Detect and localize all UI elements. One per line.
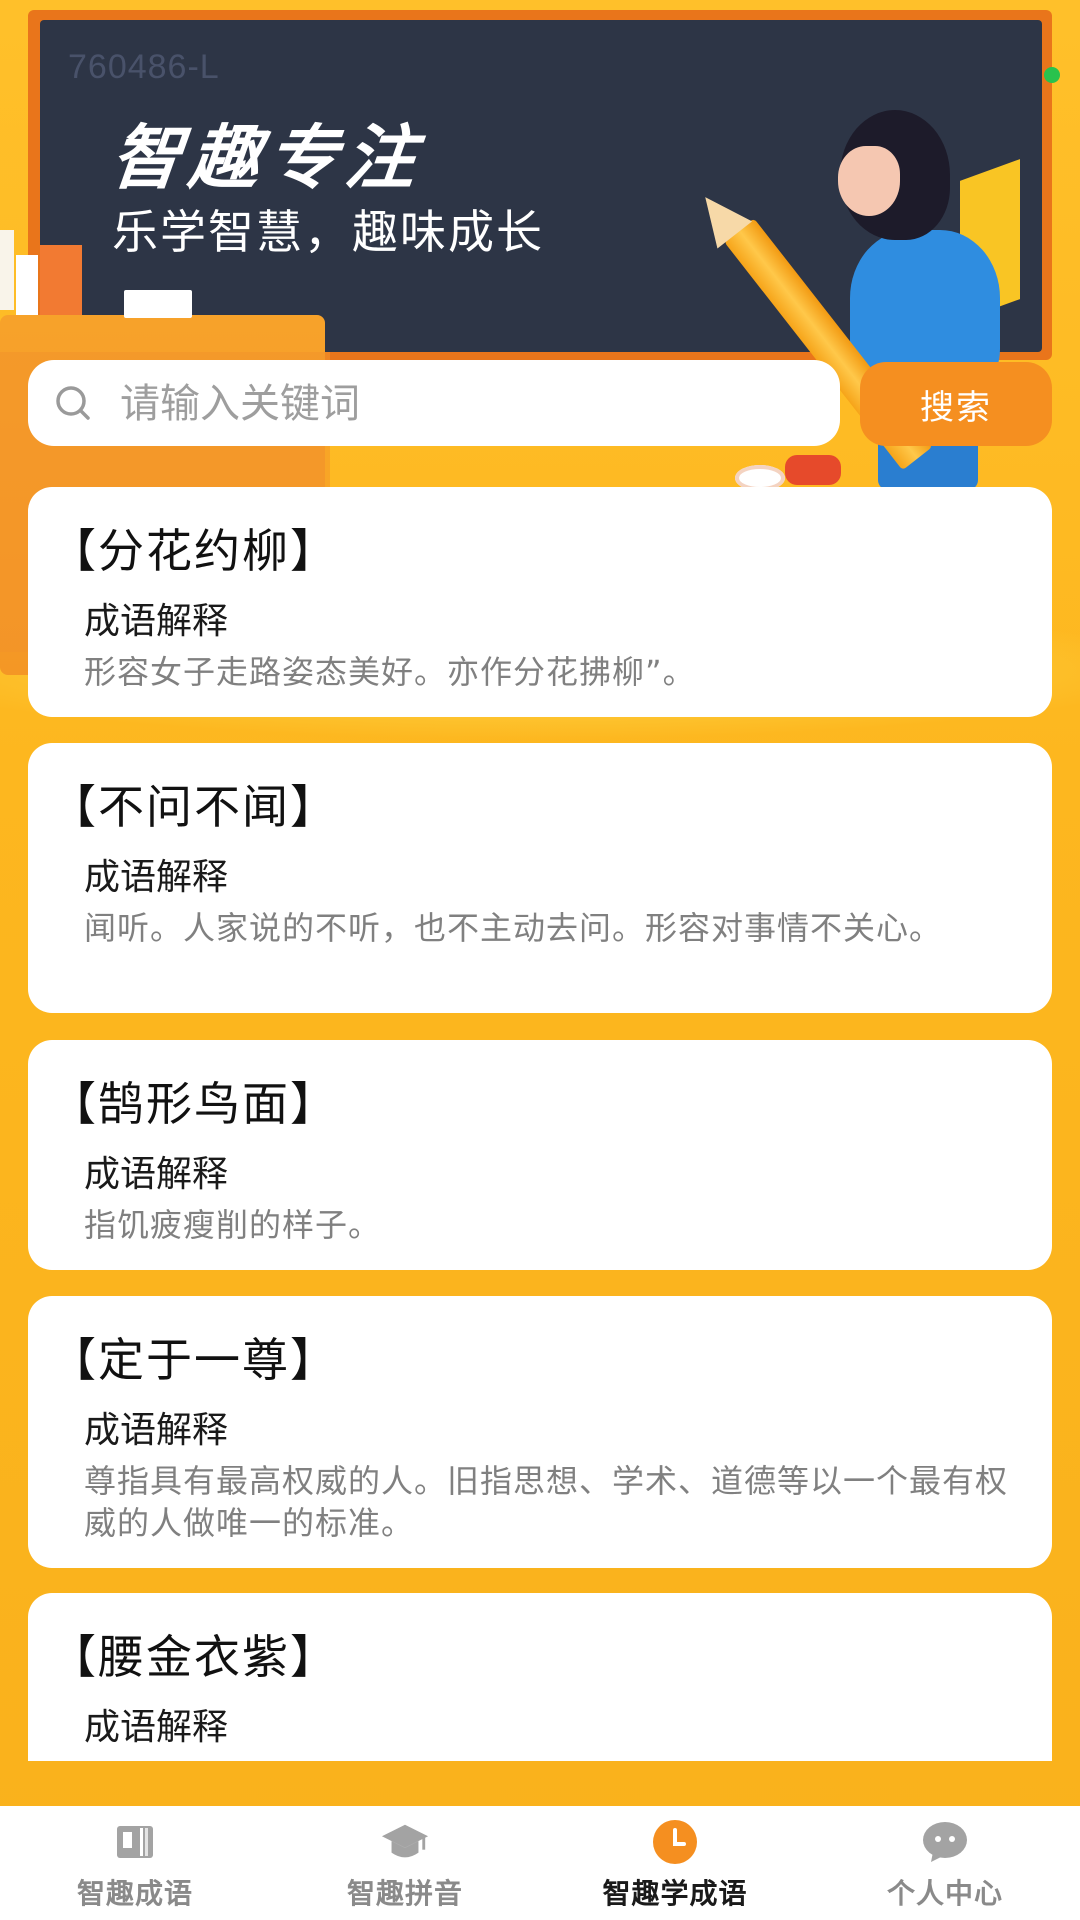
hero-subtitle: 乐学智慧，趣味成长 [112, 205, 544, 259]
status-dot [1044, 67, 1060, 83]
idiom-explanation-label: 成语解释 [84, 1154, 229, 1195]
idiom-card[interactable]: 【鹄形鸟面】 成语解释 指饥疲瘦削的样子。 [28, 1040, 1052, 1270]
shoe [785, 455, 841, 485]
search-icon [56, 386, 90, 420]
idiom-title: 【腰金衣紫】 [50, 1630, 338, 1684]
clock-icon [650, 1820, 700, 1864]
chat-bubble-icon [920, 1820, 970, 1864]
idiom-explanation-text: 形容女子走路姿态美好。亦作分花拂柳”。 [84, 653, 696, 691]
idiom-explanation-label: 成语解释 [84, 1707, 229, 1748]
search-button[interactable]: 搜索 [860, 362, 1052, 446]
decor-book [16, 255, 38, 315]
idiom-explanation-label: 成语解释 [84, 601, 229, 642]
search-box[interactable] [28, 360, 840, 448]
idiom-card[interactable]: 【定于一尊】 成语解释 尊指具有最高权威的人。旧指思想、学术、道德等以一个最有权… [28, 1296, 1052, 1568]
bottom-tab-bar: 智趣成语 智趣拼音 智趣学成语 个人中心 [0, 1806, 1080, 1920]
idiom-card[interactable]: 【腰金衣紫】 成语解释 [28, 1593, 1052, 1761]
idiom-explanation-text: 指饥疲瘦削的样子。 [84, 1206, 382, 1244]
tab-learn-idioms[interactable]: 智趣学成语 [540, 1806, 810, 1920]
board-id-text: 760486-L [68, 48, 220, 86]
idiom-card[interactable]: 【分花约柳】 成语解释 形容女子走路姿态美好。亦作分花拂柳”。 [28, 487, 1052, 717]
idiom-explanation-text: 闻听。人家说的不听，也不主动去问。形容对事情不关心。 [84, 909, 943, 947]
tab-pinyin[interactable]: 智趣拼音 [270, 1806, 540, 1920]
idiom-title: 【分花约柳】 [50, 524, 338, 578]
decor-book [0, 230, 14, 310]
hero-title: 智趣专注 [107, 117, 428, 199]
decor-card [124, 290, 192, 318]
search-input[interactable] [118, 360, 822, 448]
idiom-explanation-label: 成语解释 [84, 857, 229, 898]
idiom-list[interactable]: 【分花约柳】 成语解释 形容女子走路姿态美好。亦作分花拂柳”。 【不问不闻】 成… [0, 487, 1080, 1761]
tab-label: 智趣学成语 [602, 1877, 748, 1910]
decor-book [40, 245, 82, 315]
idiom-title: 【鹄形鸟面】 [50, 1077, 338, 1131]
book-icon [110, 1820, 160, 1864]
girl-face [838, 146, 900, 216]
tab-profile[interactable]: 个人中心 [810, 1806, 1080, 1920]
idiom-card[interactable]: 【不问不闻】 成语解释 闻听。人家说的不听，也不主动去问。形容对事情不关心。 [28, 743, 1052, 1013]
tab-label: 智趣拼音 [346, 1877, 463, 1910]
idiom-title: 【定于一尊】 [50, 1333, 338, 1387]
tab-label: 智趣成语 [76, 1877, 193, 1910]
tab-idioms[interactable]: 智趣成语 [0, 1806, 270, 1920]
idiom-explanation-label: 成语解释 [84, 1410, 229, 1451]
idiom-explanation-text: 尊指具有最高权威的人。旧指思想、学术、道德等以一个最有权威的人做唯一的标准。 [84, 1462, 1009, 1542]
idiom-title: 【不问不闻】 [50, 780, 338, 834]
graduation-cap-icon [380, 1820, 430, 1864]
tab-label: 个人中心 [886, 1877, 1003, 1910]
